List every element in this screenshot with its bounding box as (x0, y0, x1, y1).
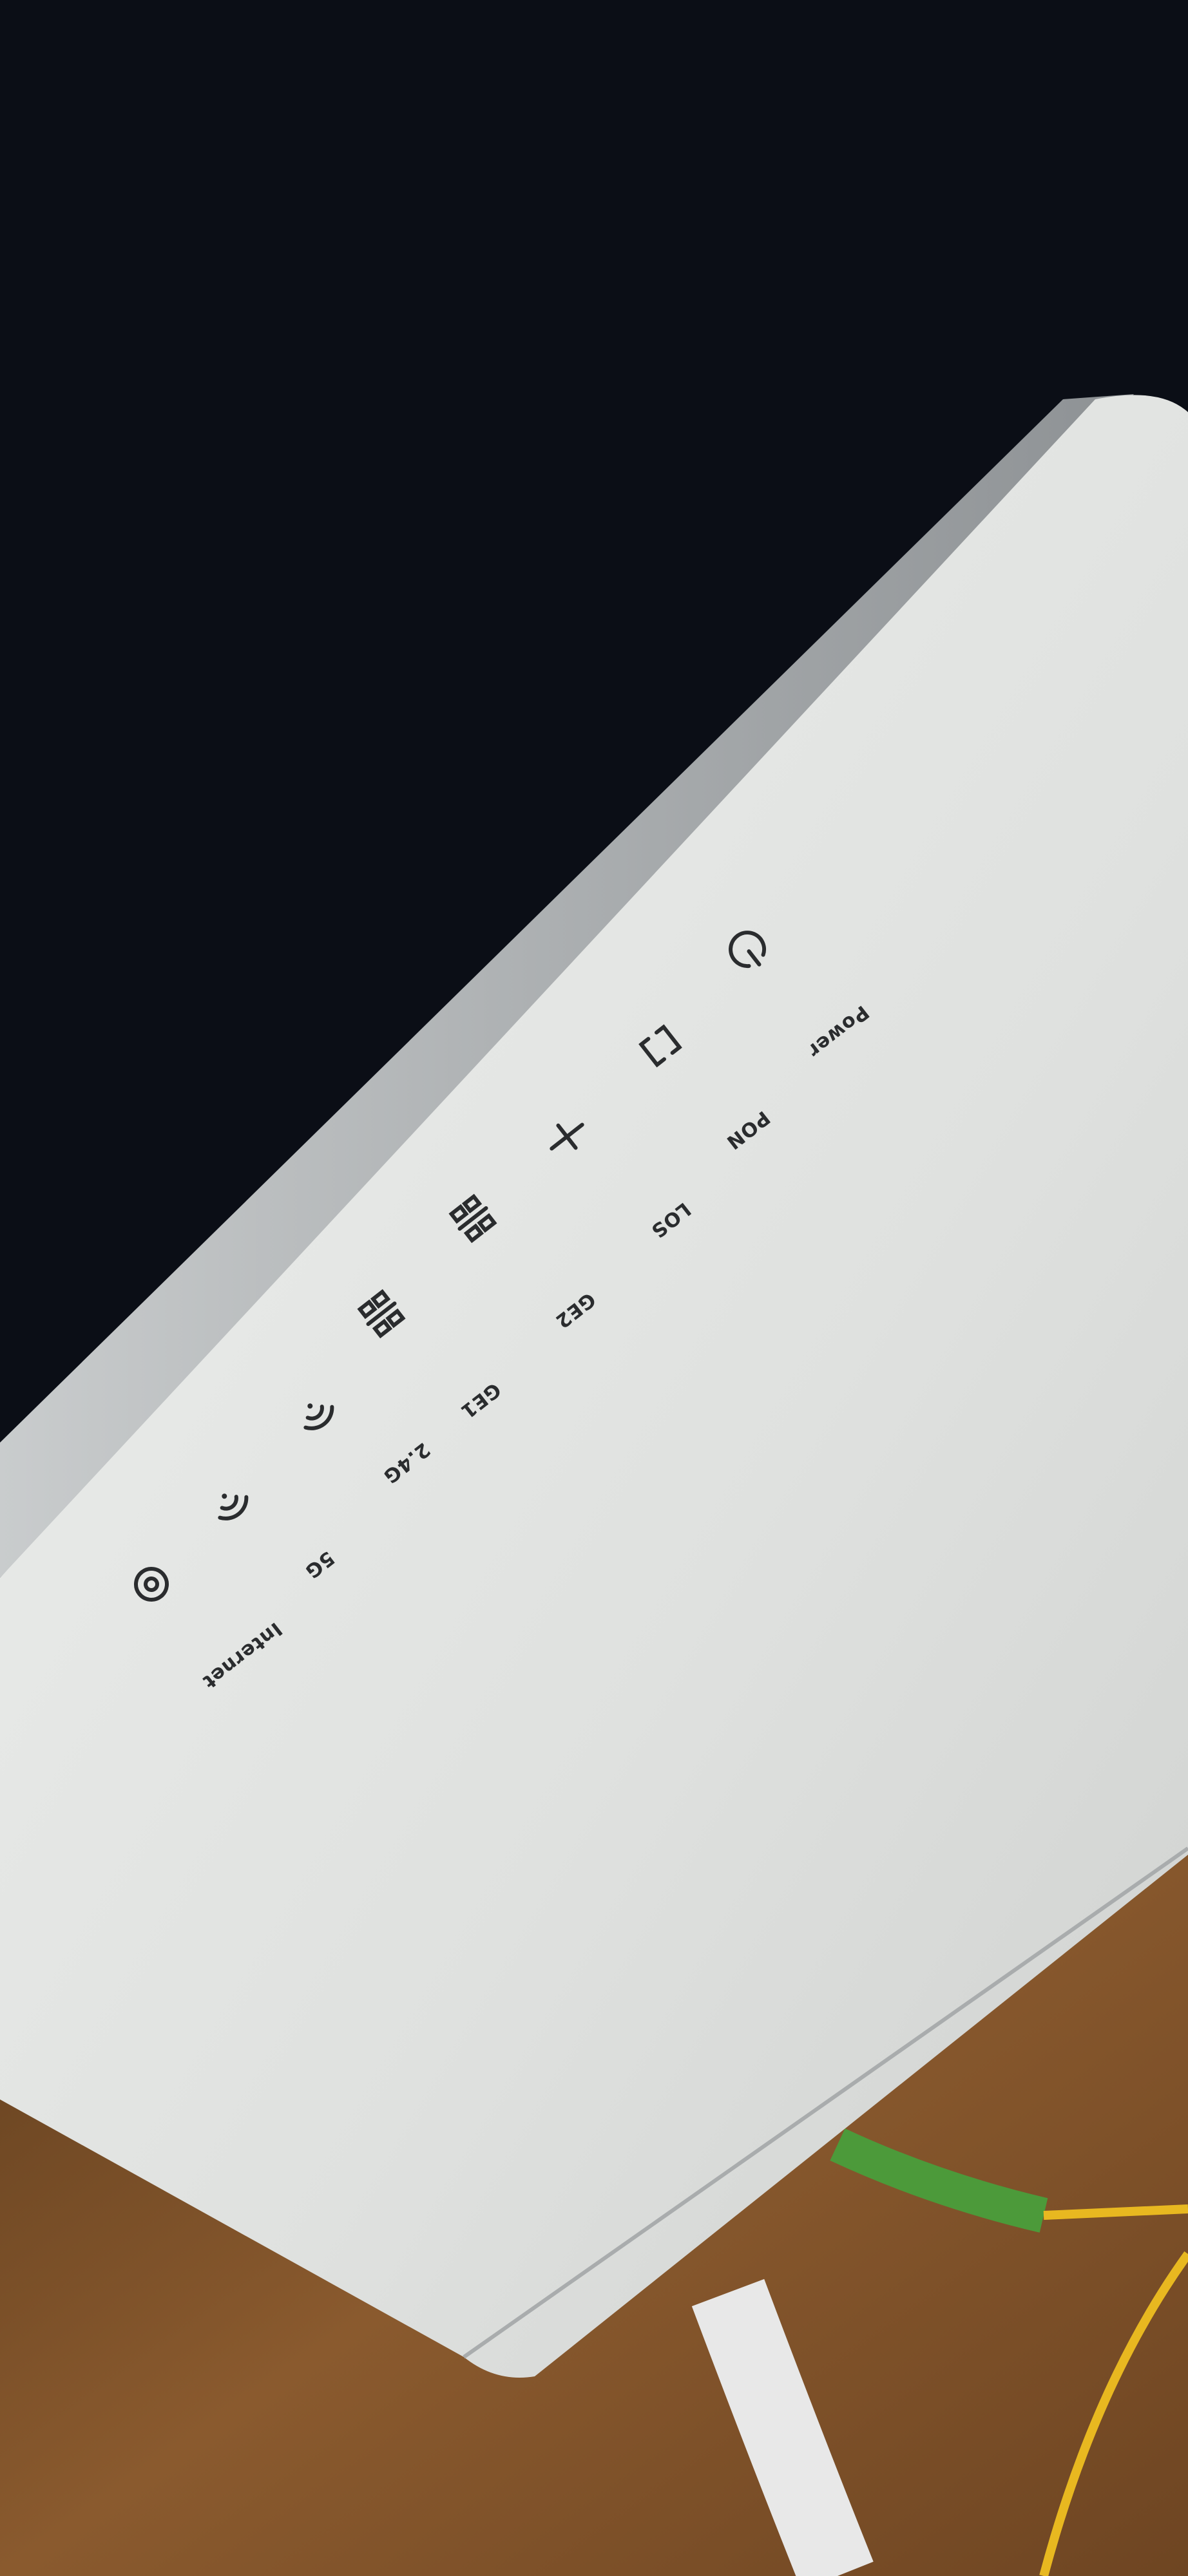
router-photo: Power PON LOS GE2 GE1 2.4G 5G Internet (0, 0, 1188, 2576)
